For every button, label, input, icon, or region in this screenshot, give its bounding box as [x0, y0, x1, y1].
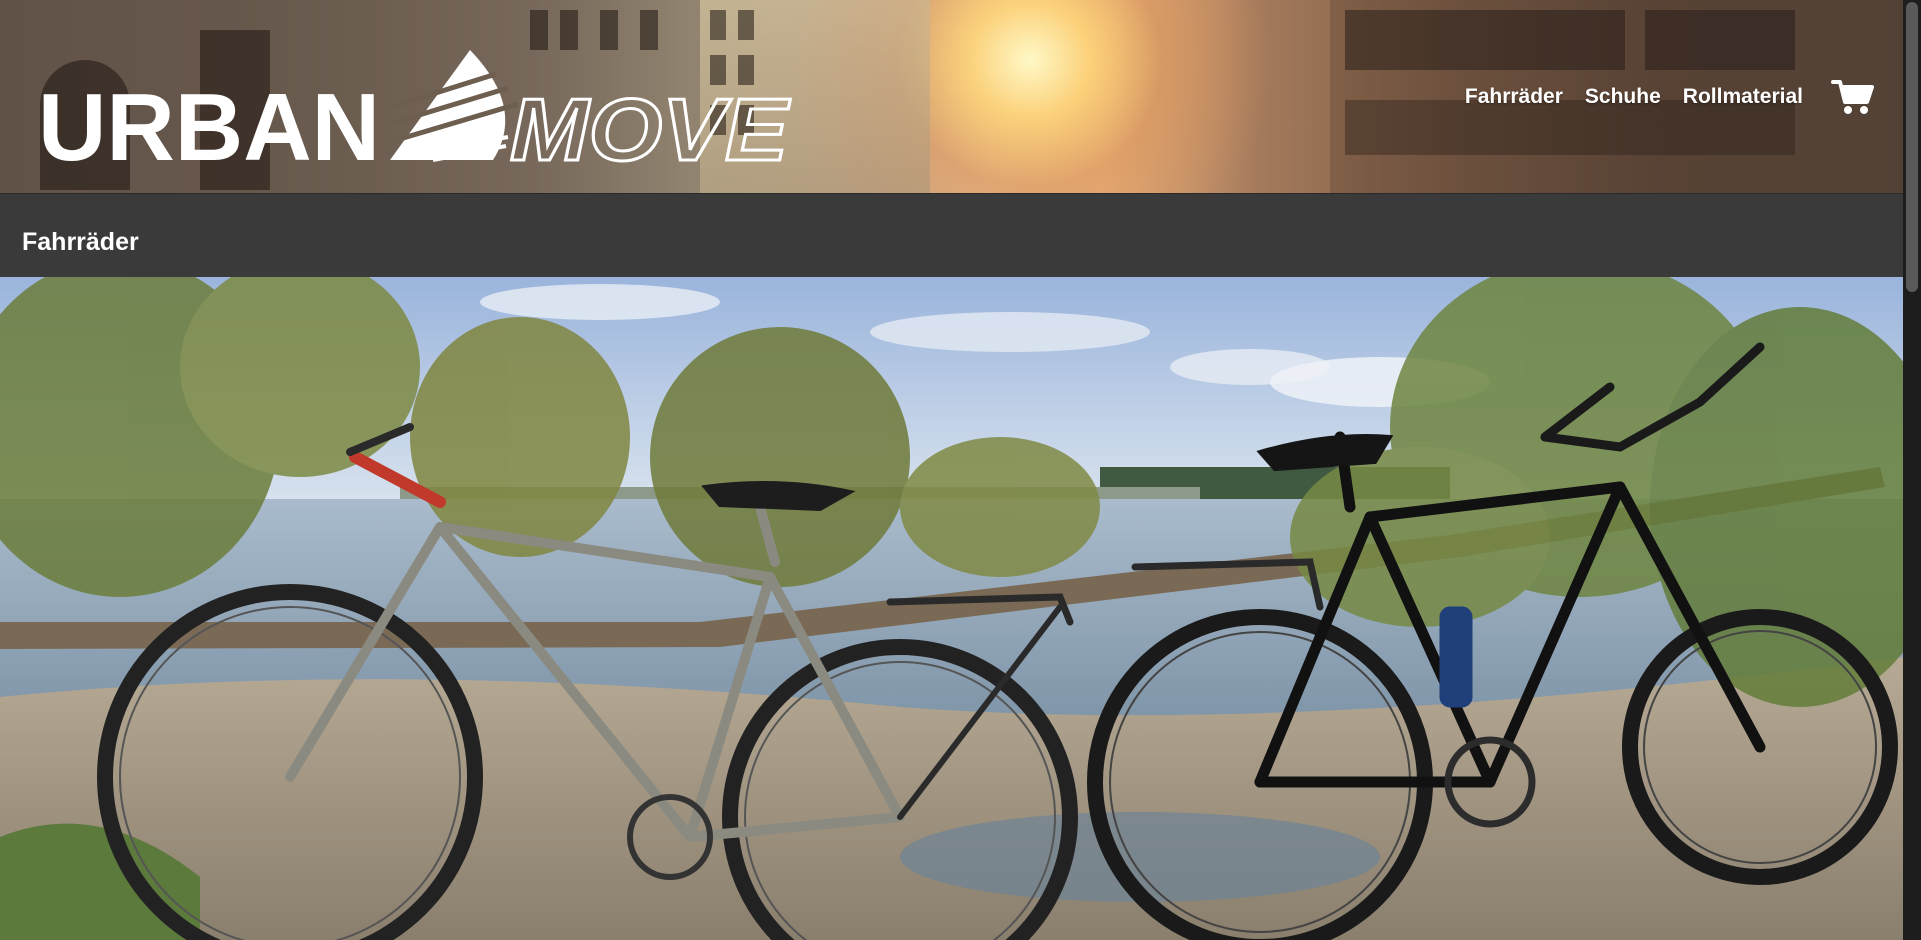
nav-item-fahrraeder[interactable]: Fahrräder: [1465, 85, 1563, 109]
header-window: [1345, 10, 1625, 70]
cloud: [1170, 349, 1330, 385]
site-header: URBAN MOVE Fahrräder Schuhe Rollmaterial: [0, 0, 1903, 193]
header-window: [710, 10, 726, 40]
header-window: [560, 10, 578, 50]
urban-move-logo[interactable]: URBAN MOVE: [38, 48, 794, 166]
header-window: [530, 10, 548, 50]
page-scrollbar[interactable]: [1903, 0, 1921, 940]
logo-text-move: MOVE: [510, 80, 790, 166]
cloud: [480, 284, 720, 320]
header-window: [600, 10, 618, 50]
header-window: [640, 10, 658, 50]
logo-text-urban: URBAN: [38, 74, 380, 166]
page-title-bar: Fahrräder: [0, 193, 1903, 278]
header-window: [1645, 10, 1795, 70]
nav-item-rollmaterial[interactable]: Rollmaterial: [1683, 85, 1803, 109]
header-window: [738, 10, 754, 40]
hero-image: [0, 277, 1903, 940]
sail-icon: [382, 50, 519, 162]
nav-item-schuhe[interactable]: Schuhe: [1585, 85, 1661, 109]
bikes-photo: [0, 277, 1903, 940]
cloud: [870, 312, 1150, 352]
main-navigation: Fahrräder Schuhe Rollmaterial: [1443, 78, 1875, 116]
shopping-cart-icon[interactable]: [1831, 78, 1875, 116]
page-title: Fahrräder: [22, 228, 139, 256]
scrollbar-thumb[interactable]: [1906, 2, 1918, 292]
